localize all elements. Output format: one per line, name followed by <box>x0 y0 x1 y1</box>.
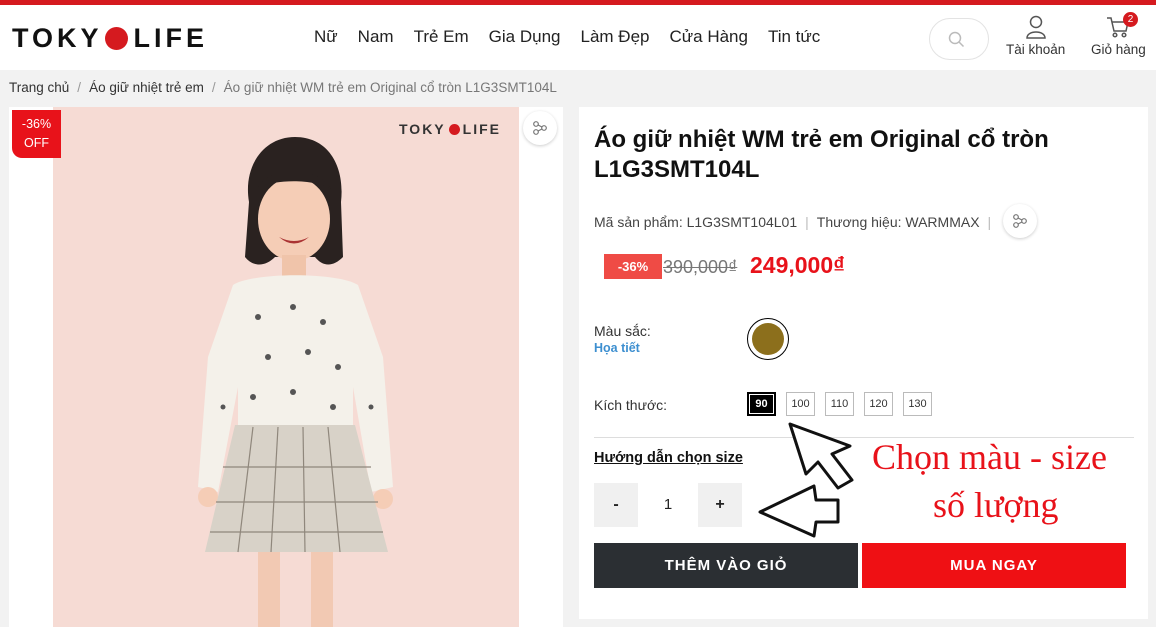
arrow-left-icon <box>758 484 840 538</box>
annotation-arrows <box>758 422 854 538</box>
arrow-cursor-icon <box>788 422 854 490</box>
annotation-text-line1: Chọn màu - size <box>872 437 1107 477</box>
annotation-text-line2: số lượng <box>933 485 1059 525</box>
